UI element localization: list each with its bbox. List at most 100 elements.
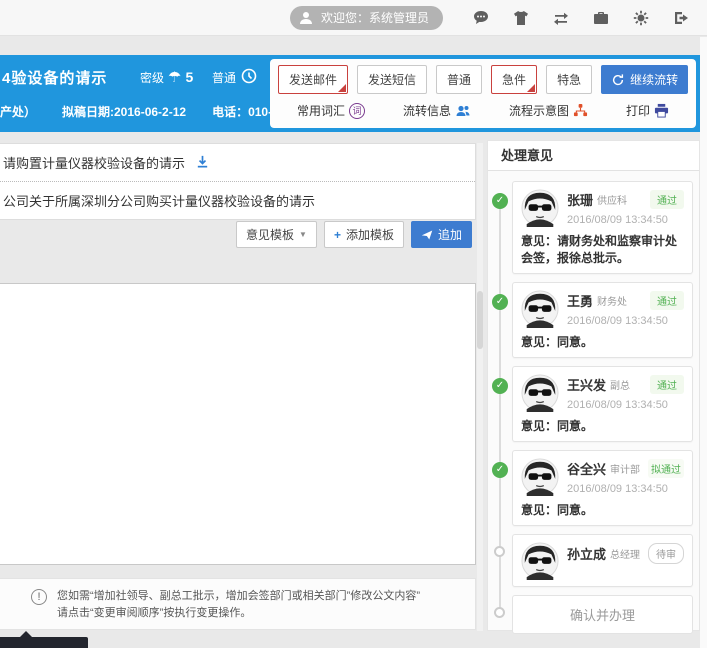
scrollbar-thumb[interactable] (477, 291, 483, 349)
approver-dept: 供应科 (597, 192, 627, 207)
draft-date: 拟稿日期:2016-06-2-12 (62, 103, 186, 120)
opinion-template-dropdown[interactable]: 意见模板 ▼ (236, 221, 317, 248)
opinion-time: 2016/08/09 13:34:50 (567, 399, 684, 411)
opinion-row: 孙立成 总经理 待审 (492, 534, 693, 587)
settings-gear-icon[interactable] (632, 9, 649, 26)
confirm-button[interactable]: 确认并办理 (512, 595, 693, 634)
hint-line-2: 请点击“变更审阅顺序”按执行变更操作。 (57, 605, 420, 622)
confirm-row: 确认并办理 (492, 595, 693, 634)
document-title: 4验设备的请示 (2, 67, 107, 88)
opinions-title: 处理意见 (488, 141, 699, 171)
send-sms-button[interactable]: 发送短信 (357, 65, 427, 94)
opinion-card[interactable]: 谷全兴 审计部 拟通过 2016/08/09 13:34:50 意见：同意。 (512, 450, 693, 526)
approver-name: 张珊 (567, 190, 593, 209)
briefcase-icon[interactable] (592, 9, 609, 26)
opinion-card[interactable]: 王勇 财务处 通过 2016/08/09 13:34:50 意见：同意。 (512, 282, 693, 358)
clock-icon (241, 68, 257, 87)
logout-icon[interactable] (672, 9, 689, 26)
sitemap-icon (573, 103, 588, 118)
status-badge: 通过 (650, 375, 684, 394)
status-badge: 待审 (648, 543, 684, 564)
status-badge: 通过 (650, 190, 684, 209)
avatar (521, 374, 559, 412)
document-summary-card: 请购置计量仪器校验设备的请示 公司关于所属深圳分公司购买计量仪器校验设备的请示 (0, 143, 476, 220)
status-badge: 拟通过 (648, 459, 684, 478)
user-welcome-pill[interactable]: 欢迎您：系统管理员 (290, 6, 443, 30)
approver-name: 孙立成 (567, 544, 606, 563)
approver-name: 王兴发 (567, 375, 606, 394)
opinion-row: ✓ 谷全兴 审计部 (492, 450, 693, 526)
send-icon (421, 229, 433, 241)
print-link[interactable]: 打印 (626, 102, 669, 119)
opinion-time: 2016/08/09 13:34:50 (567, 214, 684, 226)
timeline-marker: ✓ (492, 193, 508, 209)
priority-urgent-button[interactable]: 急件 (491, 65, 537, 94)
header-action-panel: 发送邮件 发送短信 普通 急件 特急 继续流转 常用词汇 词 流转信息 (270, 59, 696, 128)
org-text: 产处） (0, 103, 36, 120)
opinion-row: ✓ 王勇 财务处 (492, 282, 693, 358)
priority-extra-urgent-button[interactable]: 特急 (546, 65, 592, 94)
avatar (521, 458, 559, 496)
word-circle-icon: 词 (349, 103, 365, 119)
app-window: 欢迎您：系统管理员 4验设备的请示 密级 ☂ 5 普通 (0, 0, 707, 648)
approver-dept: 审计部 (610, 461, 640, 476)
approval-timeline: ✓ 张珊 供应科 (488, 171, 699, 634)
timeline-marker: ✓ (492, 462, 508, 478)
download-icon[interactable] (195, 154, 210, 172)
flow-diagram-link[interactable]: 流程示意图 (509, 102, 588, 119)
opinion-time: 2016/08/09 13:34:50 (567, 483, 684, 495)
flow-info-link[interactable]: 流转信息 (403, 102, 471, 119)
priority-normal-button[interactable]: 普通 (436, 65, 482, 94)
approver-dept: 总经理 (610, 546, 640, 561)
opinion-toolbar: 意见模板 ▼ + 添加模板 追加 (0, 221, 472, 248)
timeline-marker: ✓ (492, 378, 508, 394)
opinion-card[interactable]: 王兴发 副总 通过 2016/08/09 13:34:50 意见：同意。 (512, 366, 693, 442)
attachment-title[interactable]: 请购置计量仪器校验设备的请示 (3, 153, 185, 172)
hint-panel: ! 您如需“增加社领导、副总工批示，增加会签部门或相关部门”修改公文内容” 请点… (0, 578, 476, 630)
message-icon[interactable] (472, 9, 489, 26)
bottom-tooltip (0, 637, 88, 648)
security-level-value: 5 (185, 69, 193, 85)
theme-shirt-icon[interactable] (512, 9, 529, 26)
opinions-sidebar: 处理意见 ✓ 张珊 (487, 140, 700, 631)
window-scrollbar[interactable] (700, 37, 707, 648)
opinion-editor[interactable] (0, 283, 476, 565)
umbrella-icon: ☂ (168, 68, 181, 86)
swap-arrows-icon[interactable] (552, 9, 569, 26)
plus-icon: + (334, 228, 341, 242)
opinion-card[interactable]: 孙立成 总经理 待审 (512, 534, 693, 587)
welcome-text: 欢迎您：系统管理员 (321, 9, 429, 26)
opinion-row: ✓ 王兴发 副总 (492, 366, 693, 442)
approver-dept: 副总 (610, 377, 630, 392)
timeline-marker (494, 546, 505, 557)
opinion-text: 意见：同意。 (521, 418, 684, 435)
people-icon (455, 103, 471, 119)
timeline-marker (494, 607, 505, 618)
approver-name: 王勇 (567, 291, 593, 310)
continue-flow-button[interactable]: 继续流转 (601, 65, 688, 94)
top-bar: 欢迎您：系统管理员 (0, 0, 707, 36)
opinion-text: 意见：同意。 (521, 502, 684, 519)
send-email-button[interactable]: 发送邮件 (278, 65, 348, 94)
hint-line-1: 您如需“增加社领导、副总工批示，增加会签部门或相关部门”修改公文内容” (57, 588, 420, 605)
append-button[interactable]: 追加 (411, 221, 472, 248)
opinion-row: ✓ 张珊 供应科 (492, 181, 693, 274)
printer-icon (654, 103, 669, 118)
status-badge: 通过 (650, 291, 684, 310)
security-level: 密级 ☂ 5 (140, 68, 193, 86)
timeline-marker: ✓ (492, 294, 508, 310)
avatar (521, 290, 559, 328)
add-template-button[interactable]: + 添加模板 (324, 221, 404, 248)
priority-indicator: 普通 (212, 68, 257, 87)
common-phrases-link[interactable]: 常用词汇 词 (297, 102, 365, 119)
opinion-text: 意见：同意。 (521, 334, 684, 351)
document-subject: 公司关于所属深圳分公司购买计量仪器校验设备的请示 (3, 191, 315, 210)
opinion-card[interactable]: 张珊 供应科 通过 2016/08/09 13:34:50 意见：请财务处和监察… (512, 181, 693, 274)
user-icon (298, 9, 315, 26)
opinion-time: 2016/08/09 13:34:50 (567, 315, 684, 327)
info-icon: ! (31, 589, 47, 605)
document-header: 4验设备的请示 密级 ☂ 5 普通 产处） 拟稿日期:2016-06-2-12 … (0, 55, 707, 132)
opinion-text: 意见：请财务处和监察审计处会签，报徐总批示。 (521, 233, 684, 267)
content-scrollbar[interactable] (477, 143, 483, 631)
chevron-down-icon: ▼ (299, 230, 307, 239)
